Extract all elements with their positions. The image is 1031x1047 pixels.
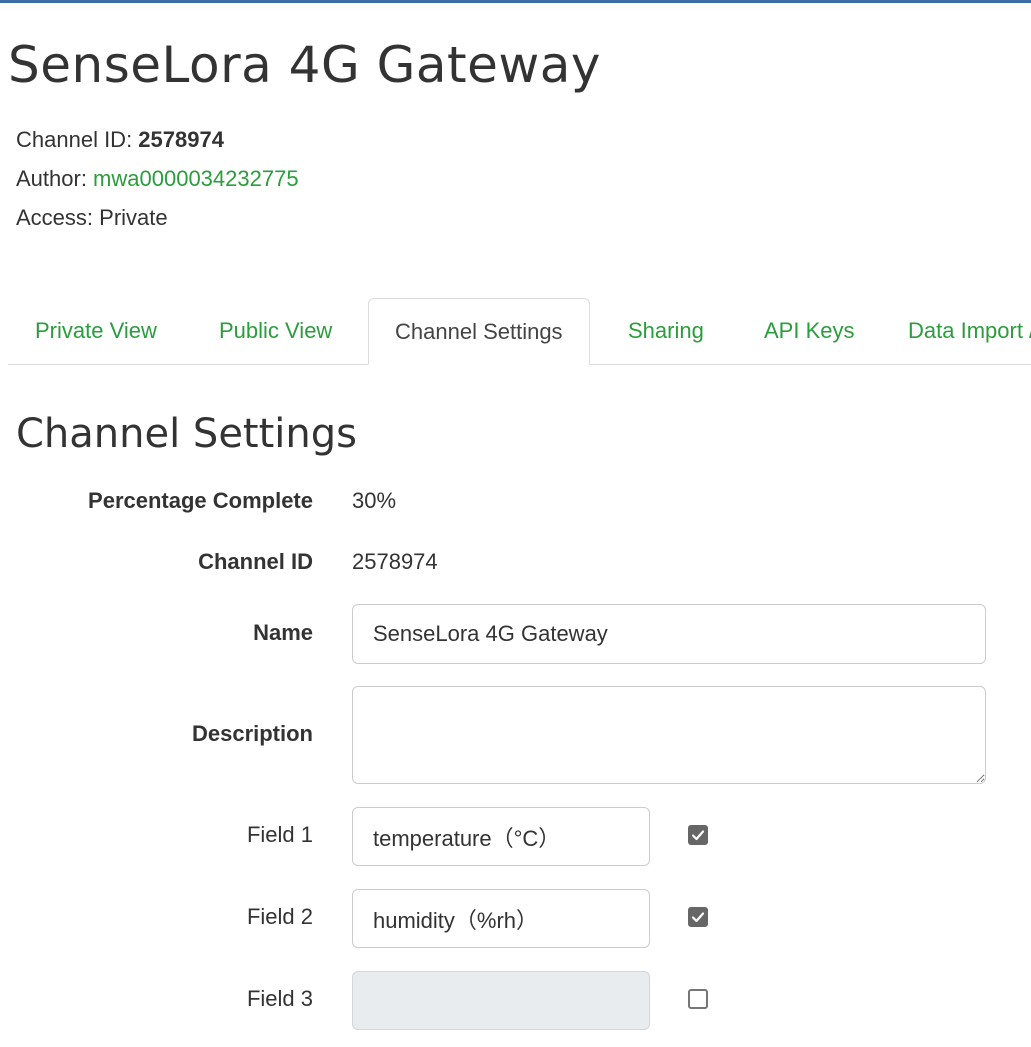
channel-settings-page: SenseLora 4G Gateway Channel ID: 2578974…: [0, 0, 1031, 1047]
name-input[interactable]: [352, 604, 986, 664]
access-line: Access: Private: [16, 198, 299, 237]
tab-public-view[interactable]: Public View: [219, 298, 332, 364]
description-textarea[interactable]: [352, 686, 986, 784]
percentage-complete-label: Percentage Complete: [88, 488, 313, 513]
tab-sharing[interactable]: Sharing: [628, 298, 704, 364]
percentage-complete-value: 30%: [352, 488, 397, 513]
name-label: Name: [253, 620, 313, 645]
field-2-label: Field 2: [246, 904, 313, 929]
field-1-input[interactable]: [352, 807, 650, 866]
checkmark-icon: [691, 912, 705, 923]
description-label: Description: [191, 721, 313, 746]
channel-id-value: 2578974: [138, 127, 224, 152]
channel-id-row-label: Channel ID: [198, 549, 313, 574]
access-value: Private: [99, 205, 168, 230]
field-3-checkbox[interactable]: [688, 989, 708, 1009]
author-link[interactable]: mwa0000034232775: [93, 166, 299, 191]
checkmark-icon: [691, 830, 705, 841]
tab-private-view[interactable]: Private View: [35, 298, 157, 364]
field-3-label: Field 3: [246, 986, 313, 1011]
tab-api-keys[interactable]: API Keys: [764, 298, 854, 364]
tab-channel-settings[interactable]: Channel Settings: [368, 298, 590, 365]
channel-id-line: Channel ID: 2578974: [16, 120, 299, 159]
field-2-input[interactable]: [352, 889, 650, 948]
channel-tabs: Private View Public View Channel Setting…: [8, 298, 1031, 365]
author-line: Author: mwa0000034232775: [16, 159, 299, 198]
field-1-label: Field 1: [246, 822, 313, 847]
top-accent-bar: [0, 0, 1031, 3]
settings-section-title: Channel Settings: [16, 411, 357, 457]
channel-title: SenseLora 4G Gateway: [8, 36, 601, 94]
field-2-checkbox[interactable]: [688, 907, 708, 927]
channel-meta: Channel ID: 2578974 Author: mwa000003423…: [16, 120, 299, 237]
channel-id-row-value: 2578974: [352, 549, 438, 574]
channel-id-label: Channel ID:: [16, 127, 139, 152]
author-label: Author:: [16, 166, 94, 191]
field-1-checkbox[interactable]: [688, 825, 708, 845]
access-label: Access:: [16, 205, 100, 230]
tab-data-import-export[interactable]: Data Import / Export: [908, 298, 1031, 364]
field-3-input[interactable]: [352, 971, 650, 1030]
